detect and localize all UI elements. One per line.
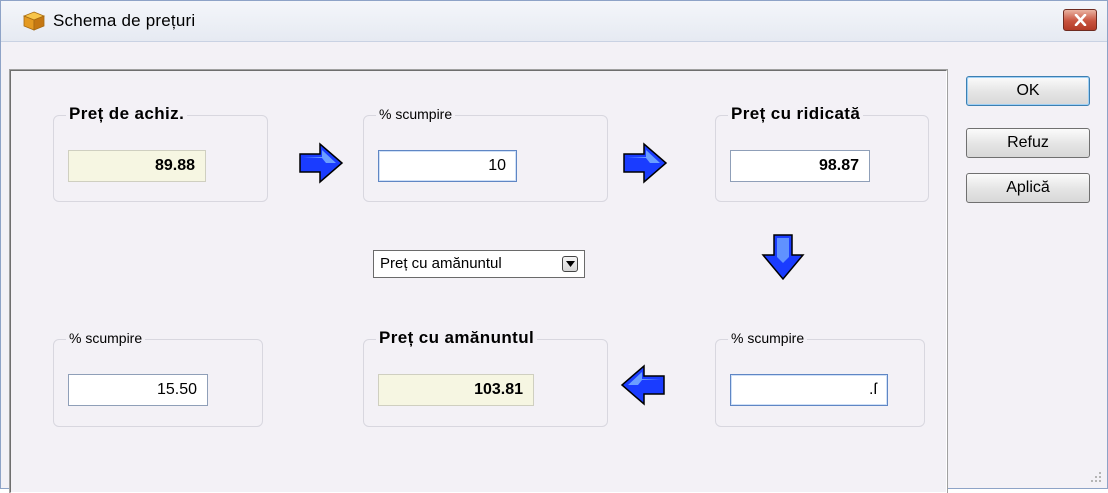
package-icon: [23, 11, 45, 31]
ok-button[interactable]: OK: [966, 76, 1090, 106]
purchase-price-field: 89.88: [68, 150, 206, 182]
price-type-select[interactable]: Preț cu amănuntul: [373, 250, 585, 278]
arrow-down-icon: [761, 234, 805, 281]
title-bar[interactable]: Schema de prețuri: [1, 1, 1107, 42]
cancel-button[interactable]: Refuz: [966, 128, 1090, 158]
price-type-selected: Preț cu amănuntul: [380, 255, 502, 272]
wholesale-price-field[interactable]: 98.87: [730, 150, 870, 182]
purchase-price-group: Preț de achiz. 89.88: [53, 104, 268, 202]
price-scheme-panel: Preț de achiz. 89.88 % scumpire 10 Preț …: [9, 69, 948, 493]
wholesale-price-label: Preț cu ridicată: [728, 104, 864, 124]
markup-label-2: % scumpire: [728, 330, 808, 346]
close-button[interactable]: [1063, 9, 1097, 31]
window-title: Schema de prețuri: [53, 11, 196, 30]
close-icon: [1074, 14, 1087, 26]
arrow-right-icon: [623, 142, 668, 184]
markup-group-3: % scumpire 15.50: [53, 330, 263, 427]
chevron-down-icon[interactable]: [562, 256, 578, 272]
retail-price-group: Preț cu amănuntul 103.81: [363, 328, 608, 427]
apply-button[interactable]: Aplică: [966, 173, 1090, 203]
purchase-price-label: Preț de achiz.: [66, 104, 188, 124]
markup-group-1: % scumpire 10: [363, 106, 608, 202]
resize-grip-icon[interactable]: [1089, 470, 1103, 484]
dialog-client-area: Preț de achiz. 89.88 % scumpire 10 Preț …: [1, 42, 1107, 493]
markup-input-1[interactable]: 10: [378, 150, 517, 182]
arrow-left-icon: [620, 364, 665, 406]
markup-input-2[interactable]: .ſ: [730, 374, 888, 406]
retail-price-label: Preț cu amănuntul: [376, 328, 538, 348]
markup-label-3: % scumpire: [66, 330, 146, 346]
retail-price-field: 103.81: [378, 374, 534, 406]
markup-label-1: % scumpire: [376, 106, 456, 122]
markup-group-2: % scumpire .ſ: [715, 330, 925, 427]
dialog-window: Schema de prețuri Preț de achiz. 89.88 %…: [0, 0, 1108, 493]
markup-input-3[interactable]: 15.50: [68, 374, 208, 406]
arrow-right-icon: [299, 142, 344, 184]
wholesale-price-group: Preț cu ridicată 98.87: [715, 104, 929, 202]
